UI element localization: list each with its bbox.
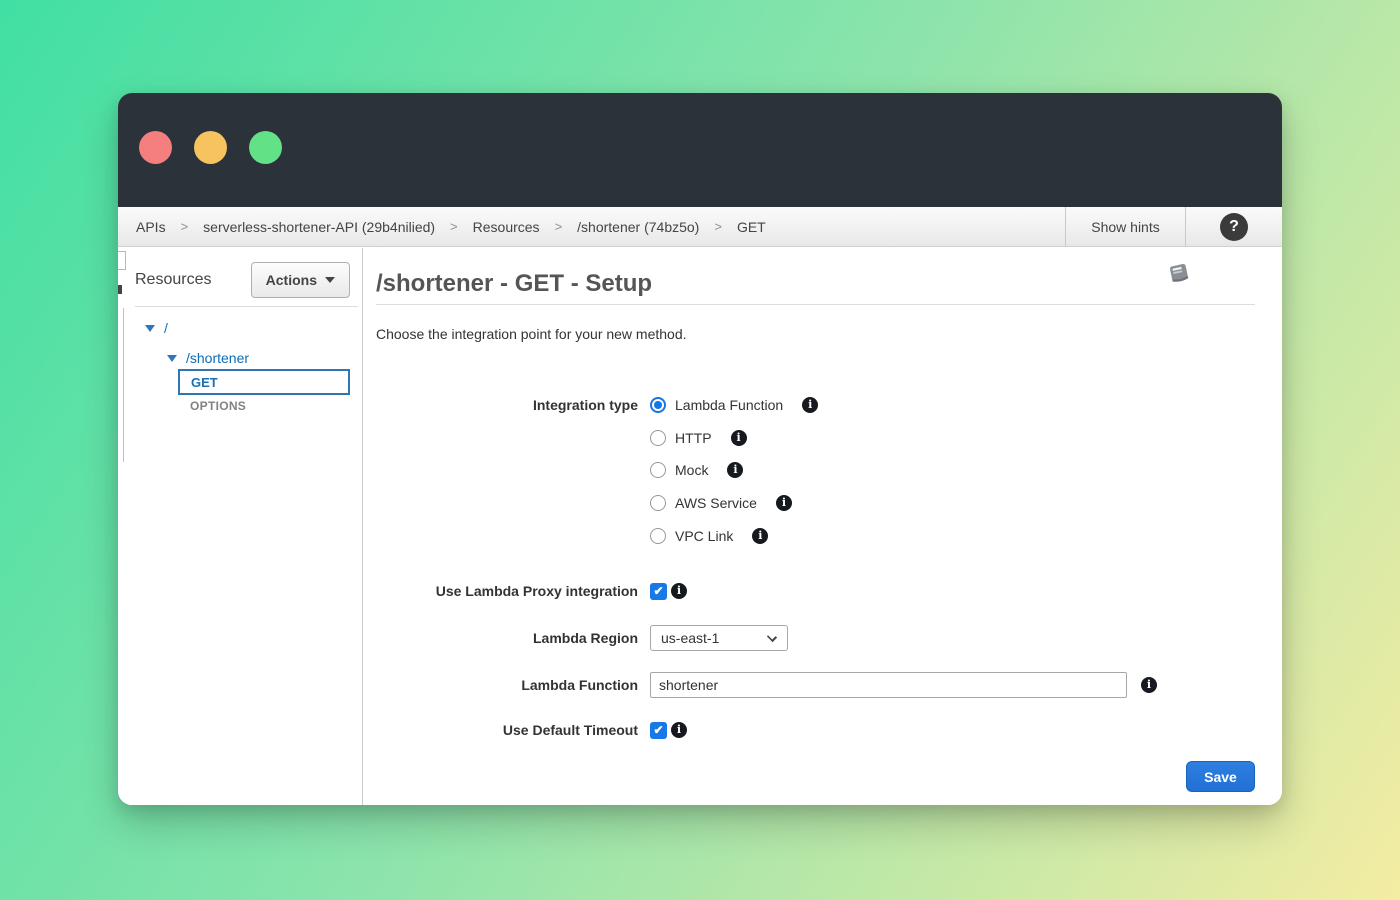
integration-type-row: Integration type Lambda Function i bbox=[363, 393, 1255, 417]
show-hints-button[interactable]: Show hints bbox=[1065, 207, 1185, 246]
desktop-background: APIs > serverless-shortener-API (29b4nil… bbox=[0, 0, 1400, 900]
actions-button[interactable]: Actions bbox=[251, 262, 350, 298]
lambda-function-row: Lambda Function i bbox=[363, 672, 1255, 698]
tree-item-options[interactable]: OPTIONS bbox=[190, 399, 246, 413]
chevron-down-icon[interactable] bbox=[145, 325, 155, 332]
integration-type-row: VPC Link i bbox=[363, 524, 1255, 548]
radio-option-label: AWS Service bbox=[675, 495, 757, 511]
radio-option-label: Mock bbox=[675, 462, 708, 478]
chevron-separator-icon: > bbox=[181, 219, 189, 234]
content-area: Resources Actions / /shortener GET bbox=[118, 248, 1282, 805]
info-icon[interactable]: i bbox=[802, 397, 818, 413]
radio-option-aws-service[interactable]: AWS Service i bbox=[650, 495, 792, 511]
breadcrumb-resource-path[interactable]: /shortener (74bz5o) bbox=[577, 219, 699, 235]
info-icon[interactable]: i bbox=[671, 722, 687, 738]
breadcrumb: APIs > serverless-shortener-API (29b4nil… bbox=[118, 207, 1065, 246]
lambda-region-row: Lambda Region us-east-1 bbox=[363, 625, 1255, 651]
default-timeout-label: Use Default Timeout bbox=[363, 722, 638, 738]
intro-text: Choose the integration point for your ne… bbox=[376, 326, 687, 342]
info-icon[interactable]: i bbox=[752, 528, 768, 544]
tree-item-get-selected[interactable]: GET bbox=[178, 369, 350, 395]
chevron-separator-icon: > bbox=[555, 219, 563, 234]
sidebar-divider bbox=[135, 306, 358, 307]
info-icon[interactable]: i bbox=[1141, 677, 1157, 693]
info-icon[interactable]: i bbox=[727, 462, 743, 478]
radio-icon[interactable] bbox=[650, 462, 666, 478]
breadcrumb-resources[interactable]: Resources bbox=[473, 219, 540, 235]
lambda-function-input[interactable] bbox=[650, 672, 1127, 698]
timeout-checkbox[interactable]: ✔ bbox=[650, 722, 667, 739]
tree-item-shortener[interactable]: /shortener bbox=[167, 350, 249, 366]
breadcrumb-bar: APIs > serverless-shortener-API (29b4nil… bbox=[118, 207, 1282, 247]
lambda-region-label: Lambda Region bbox=[363, 630, 638, 646]
actions-button-label: Actions bbox=[266, 272, 317, 288]
radio-option-label: HTTP bbox=[675, 430, 712, 446]
tree-get-label: GET bbox=[191, 375, 218, 390]
radio-icon[interactable] bbox=[650, 528, 666, 544]
tree-shortener-label[interactable]: /shortener bbox=[186, 350, 249, 366]
clipped-panel-fragment bbox=[118, 251, 126, 270]
info-icon[interactable]: i bbox=[671, 583, 687, 599]
radio-selected-icon[interactable] bbox=[650, 397, 666, 413]
info-icon[interactable]: i bbox=[731, 430, 747, 446]
radio-option-vpc-link[interactable]: VPC Link i bbox=[650, 528, 768, 544]
clipped-panel-fragment bbox=[118, 285, 122, 294]
tree-item-root[interactable]: / bbox=[145, 320, 168, 336]
radio-icon[interactable] bbox=[650, 495, 666, 511]
radio-option-http[interactable]: HTTP i bbox=[650, 430, 747, 446]
setup-panel: /shortener - GET - Setup Choose the inte… bbox=[363, 248, 1282, 805]
integration-type-row: Mock i bbox=[363, 458, 1255, 482]
info-icon[interactable]: i bbox=[776, 495, 792, 511]
radio-icon[interactable] bbox=[650, 430, 666, 446]
chevron-down-icon bbox=[325, 277, 335, 283]
help-icon[interactable]: ? bbox=[1220, 213, 1248, 241]
region-select[interactable]: us-east-1 bbox=[650, 625, 788, 651]
tree-root-label[interactable]: / bbox=[164, 320, 168, 336]
title-divider bbox=[376, 304, 1255, 305]
default-timeout-control: ✔ i bbox=[650, 722, 687, 739]
page-title: /shortener - GET - Setup bbox=[376, 270, 652, 298]
save-button[interactable]: Save bbox=[1186, 761, 1255, 792]
breadcrumb-method[interactable]: GET bbox=[737, 219, 766, 235]
radio-option-label: Lambda Function bbox=[675, 397, 783, 413]
breadcrumb-apis[interactable]: APIs bbox=[136, 219, 166, 235]
resources-title: Resources bbox=[135, 271, 211, 289]
zoom-window-button[interactable] bbox=[249, 131, 282, 164]
integration-type-row: AWS Service i bbox=[363, 491, 1255, 515]
proxy-integration-control: ✔ i bbox=[650, 583, 687, 600]
integration-type-row: HTTP i bbox=[363, 426, 1255, 450]
breadcrumb-api-name[interactable]: serverless-shortener-API (29b4nilied) bbox=[203, 219, 435, 235]
radio-option-mock[interactable]: Mock i bbox=[650, 462, 743, 478]
app-window: APIs > serverless-shortener-API (29b4nil… bbox=[118, 93, 1282, 805]
radio-option-label: VPC Link bbox=[675, 528, 733, 544]
help-segment: ? bbox=[1185, 207, 1282, 246]
chevron-down-icon[interactable] bbox=[167, 355, 177, 362]
region-select-value: us-east-1 bbox=[661, 630, 719, 646]
close-window-button[interactable] bbox=[139, 131, 172, 164]
resources-sidebar: Resources Actions / /shortener GET bbox=[118, 248, 362, 805]
default-timeout-row: Use Default Timeout ✔ i bbox=[363, 718, 1255, 742]
minimize-window-button[interactable] bbox=[194, 131, 227, 164]
sidebar-header: Resources Actions bbox=[135, 262, 350, 298]
radio-option-lambda-function[interactable]: Lambda Function i bbox=[650, 397, 818, 413]
lambda-function-label: Lambda Function bbox=[363, 677, 638, 693]
proxy-integration-row: Use Lambda Proxy integration ✔ i bbox=[363, 579, 1255, 603]
clipped-panel-fragment bbox=[123, 308, 124, 462]
chevron-separator-icon: > bbox=[714, 219, 722, 234]
integration-type-label: Integration type bbox=[363, 397, 638, 413]
proxy-integration-label: Use Lambda Proxy integration bbox=[363, 583, 638, 599]
documentation-book-icon[interactable] bbox=[1166, 262, 1192, 289]
window-titlebar bbox=[118, 93, 1282, 207]
chevron-down-icon bbox=[767, 632, 777, 642]
chevron-separator-icon: > bbox=[450, 219, 458, 234]
proxy-checkbox[interactable]: ✔ bbox=[650, 583, 667, 600]
